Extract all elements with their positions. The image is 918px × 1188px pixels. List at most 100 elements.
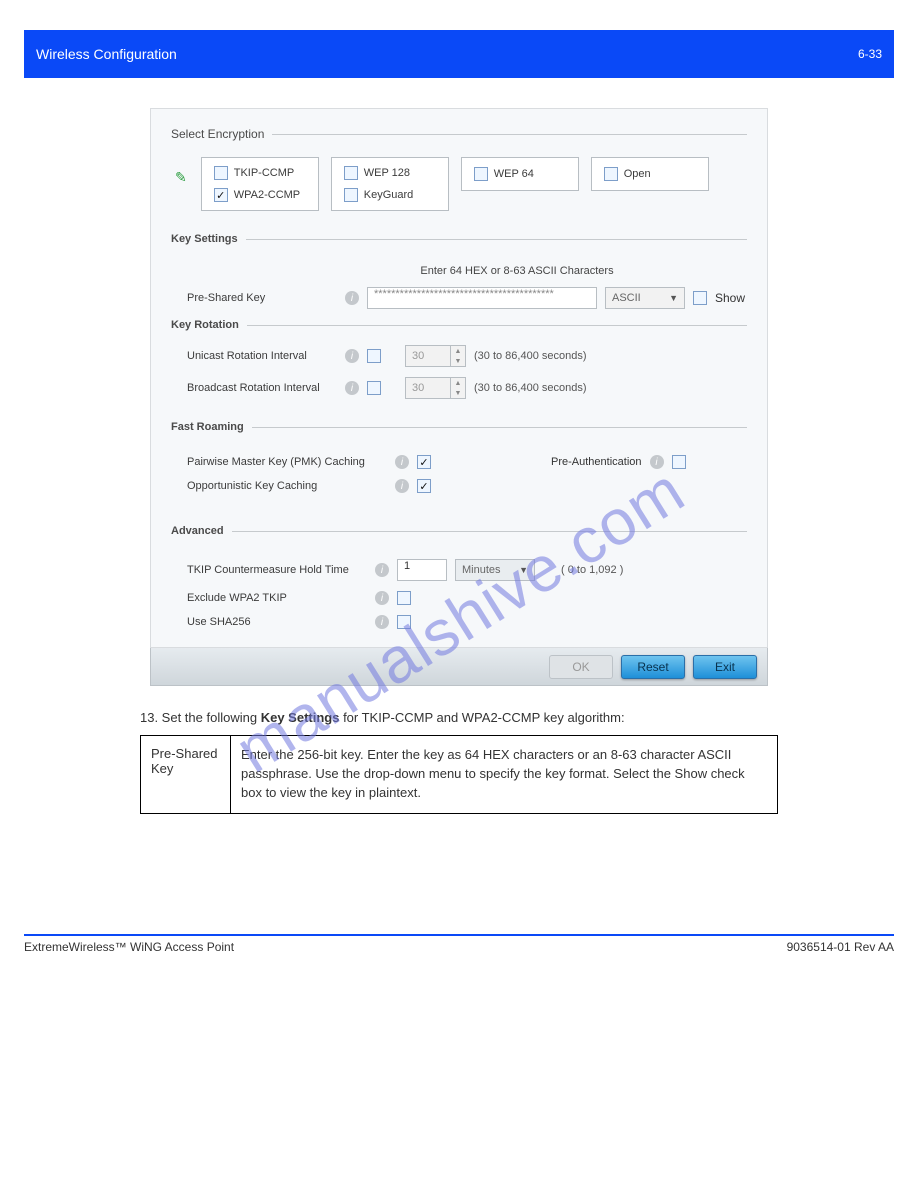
advanced-title-row: Advanced: [171, 525, 747, 537]
broadcast-interval-stepper[interactable]: 30 ▲ ▼: [405, 377, 466, 399]
info-icon[interactable]: i: [345, 349, 359, 363]
preauth-label: Pre-Authentication: [551, 456, 642, 468]
exit-button[interactable]: Exit: [693, 655, 757, 679]
encryption-fieldset: Select Encryption ✎ TKIP-CCMP WPA2-CCMP …: [171, 127, 747, 211]
wpa2-ccmp-label: WPA2-CCMP: [234, 189, 300, 201]
unicast-label: Unicast Rotation Interval: [187, 350, 337, 362]
sha-checkbox[interactable]: [397, 615, 411, 629]
psk-format-value: ASCII: [612, 292, 641, 304]
pmk-row: Pairwise Master Key (PMK) Caching i: [187, 455, 431, 469]
reset-button[interactable]: Reset: [621, 655, 685, 679]
okc-checkbox[interactable]: [417, 479, 431, 493]
wep64-label: WEP 64: [494, 168, 534, 180]
page-header-banner: Wireless Configuration 6-33: [24, 30, 894, 78]
wep64-checkbox[interactable]: [474, 167, 488, 181]
exclude-checkbox[interactable]: [397, 591, 411, 605]
tkip-unit-select[interactable]: Minutes ▼: [455, 559, 535, 581]
okc-row: Opportunistic Key Caching i: [187, 479, 431, 493]
chevron-up-icon[interactable]: ▲: [451, 378, 465, 388]
instruction-lead: 13. Set the following: [140, 710, 261, 725]
divider: [232, 531, 747, 532]
unicast-range: (30 to 86,400 seconds): [474, 350, 587, 362]
broadcast-interval-value: 30: [406, 378, 450, 398]
instruction-tail: for TKIP-CCMP and WPA2-CCMP key algorith…: [339, 710, 624, 725]
config-dialog: Select Encryption ✎ TKIP-CCMP WPA2-CCMP …: [150, 108, 768, 648]
edit-icon[interactable]: ✎: [175, 169, 187, 186]
unicast-enable-checkbox[interactable]: [367, 349, 381, 363]
encryption-title-row: Select Encryption: [171, 127, 747, 141]
tkip-counter-label: TKIP Countermeasure Hold Time: [187, 564, 367, 576]
header-right: 6-33: [858, 47, 882, 61]
tkip-counter-row: TKIP Countermeasure Hold Time i 1 Minute…: [187, 559, 747, 581]
keyguard-checkbox[interactable]: [344, 188, 358, 202]
unicast-row: Unicast Rotation Interval i 30 ▲ ▼ (30 t…: [187, 345, 747, 367]
chevron-down-icon[interactable]: ▼: [451, 356, 465, 366]
psk-input[interactable]: ****************************************…: [367, 287, 597, 309]
tkip-ccmp-label: TKIP-CCMP: [234, 167, 295, 179]
key-settings-title: Key Settings: [171, 233, 238, 245]
ok-button[interactable]: OK: [549, 655, 613, 679]
encryption-group-4: Open: [591, 157, 709, 191]
broadcast-range: (30 to 86,400 seconds): [474, 382, 587, 394]
instruction-text: 13. Set the following Key Settings for T…: [140, 710, 778, 725]
footer-divider: [24, 934, 894, 936]
definition-term: Pre-Shared Key: [141, 736, 231, 813]
broadcast-enable-checkbox[interactable]: [367, 381, 381, 395]
exclude-row: Exclude WPA2 TKIP i: [187, 591, 747, 605]
open-checkbox[interactable]: [604, 167, 618, 181]
info-icon[interactable]: i: [650, 455, 664, 469]
unicast-interval-value: 30: [406, 346, 450, 366]
chevron-up-icon[interactable]: ▲: [451, 346, 465, 356]
info-icon[interactable]: i: [345, 291, 359, 305]
psk-hint: Enter 64 HEX or 8-63 ASCII Characters: [287, 265, 747, 277]
footer-right: 9036514-01 Rev AA: [787, 940, 894, 954]
key-settings-fieldset: Key Settings Enter 64 HEX or 8-63 ASCII …: [171, 233, 747, 399]
info-icon[interactable]: i: [375, 615, 389, 629]
divider: [252, 427, 747, 428]
fast-roaming-fieldset: Fast Roaming Pairwise Master Key (PMK) C…: [171, 421, 747, 503]
info-icon[interactable]: i: [395, 455, 409, 469]
info-icon[interactable]: i: [375, 591, 389, 605]
info-icon[interactable]: i: [375, 563, 389, 577]
keyguard-label: KeyGuard: [364, 189, 414, 201]
sha-label: Use SHA256: [187, 616, 367, 628]
instruction-bold: Key Settings: [261, 710, 340, 725]
pmk-label: Pairwise Master Key (PMK) Caching: [187, 456, 387, 468]
divider: [272, 134, 747, 135]
pmk-checkbox[interactable]: [417, 455, 431, 469]
preauth-row: Pre-Authentication i: [551, 455, 686, 469]
page-footer: ExtremeWireless™ WiNG Access Point 90365…: [24, 940, 894, 954]
sha-row: Use SHA256 i: [187, 615, 747, 629]
info-icon[interactable]: i: [395, 479, 409, 493]
show-key-checkbox[interactable]: [693, 291, 707, 305]
wep128-checkbox[interactable]: [344, 166, 358, 180]
preauth-checkbox[interactable]: [672, 455, 686, 469]
psk-row: Pre-Shared Key i ***********************…: [187, 287, 747, 309]
tkip-ccmp-checkbox[interactable]: [214, 166, 228, 180]
broadcast-row: Broadcast Rotation Interval i 30 ▲ ▼ (30…: [187, 377, 747, 399]
key-rotation-title: Key Rotation: [171, 319, 239, 331]
chevron-down-icon: ▼: [669, 293, 678, 303]
wep128-label: WEP 128: [364, 167, 410, 179]
tkip-value-input[interactable]: 1: [397, 559, 447, 581]
info-icon[interactable]: i: [345, 381, 359, 395]
wpa2-ccmp-checkbox[interactable]: [214, 188, 228, 202]
broadcast-label: Broadcast Rotation Interval: [187, 382, 337, 394]
encryption-group-3: WEP 64: [461, 157, 579, 191]
tkip-unit-value: Minutes: [462, 564, 501, 576]
psk-format-select[interactable]: ASCII ▼: [605, 287, 685, 309]
fast-roaming-title: Fast Roaming: [171, 421, 244, 433]
key-rotation-title-row: Key Rotation: [171, 319, 747, 331]
chevron-down-icon: ▼: [519, 565, 528, 575]
open-label: Open: [624, 168, 651, 180]
encryption-title: Select Encryption: [171, 127, 264, 141]
encryption-group-1: TKIP-CCMP WPA2-CCMP: [201, 157, 319, 211]
unicast-interval-stepper[interactable]: 30 ▲ ▼: [405, 345, 466, 367]
chevron-down-icon[interactable]: ▼: [451, 388, 465, 398]
advanced-title: Advanced: [171, 525, 224, 537]
fast-roaming-title-row: Fast Roaming: [171, 421, 747, 433]
dialog-button-bar: OK Reset Exit: [150, 648, 768, 686]
advanced-fieldset: Advanced TKIP Countermeasure Hold Time i…: [171, 525, 747, 629]
okc-label: Opportunistic Key Caching: [187, 480, 387, 492]
show-key-label: Show: [715, 291, 745, 305]
